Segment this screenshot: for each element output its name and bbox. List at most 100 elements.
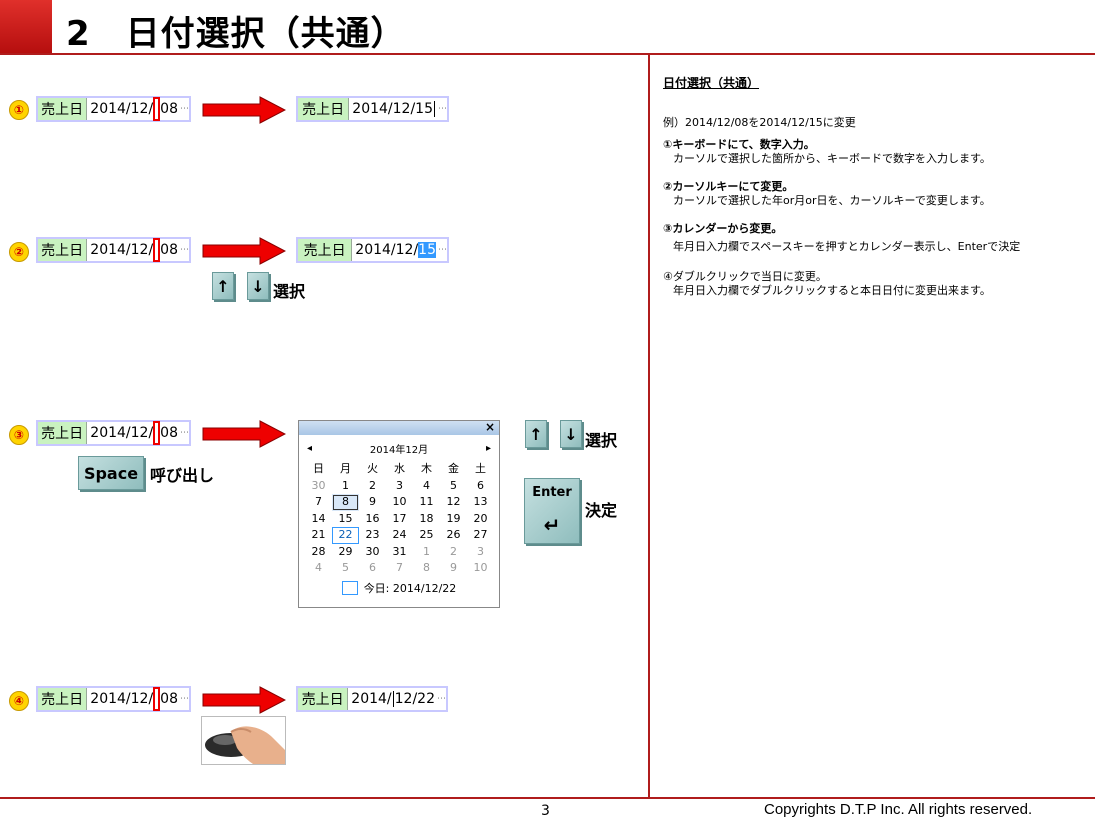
today-box-icon	[341, 580, 358, 595]
calendar-day[interactable]: 3	[467, 544, 494, 561]
calendar-today[interactable]: 今日: 2014/12/22	[299, 580, 499, 596]
calendar-day[interactable]: 5	[440, 478, 467, 495]
calendar-day[interactable]: 7	[305, 494, 332, 511]
calendar-day[interactable]: 24	[386, 527, 413, 544]
field-value[interactable]: 2014/12/08	[87, 421, 178, 445]
calendar-titlebar: ×	[299, 420, 499, 435]
step2-title: ②カーソルキーにて変更。	[663, 180, 794, 193]
calendar-day[interactable]: 18	[413, 511, 440, 528]
step-number-4: ④	[9, 691, 29, 711]
calendar-day[interactable]: 5	[332, 560, 359, 577]
calendar-day[interactable]: 29	[332, 544, 359, 561]
next-month-icon[interactable]: ▸	[486, 443, 491, 454]
select-label: 選択	[585, 431, 618, 450]
text-caret	[392, 691, 394, 707]
field-value[interactable]: 2014/12/08	[87, 238, 178, 262]
calendar-day[interactable]: 6	[359, 560, 386, 577]
more-icon: ⋯	[180, 104, 189, 114]
calendar-day[interactable]: 21	[305, 527, 332, 544]
calendar-day[interactable]: 20	[467, 511, 494, 528]
date-part-ym: 2014/12/	[90, 425, 154, 441]
calendar-month: 2014年12月	[369, 444, 429, 456]
prev-month-icon[interactable]: ◂	[307, 443, 312, 454]
panel-example: 例）2014/12/08を2014/12/15に変更	[663, 116, 856, 129]
calendar-day[interactable]: 1	[413, 544, 440, 561]
date-field-after-2[interactable]: 売上日 2014/12/15 ⋯	[296, 237, 449, 263]
field-label: 売上日	[298, 239, 353, 261]
decide-label: 決定	[585, 501, 618, 520]
weekday-header: 木	[421, 462, 432, 475]
date-field-before-1[interactable]: 売上日 2014/12/08 ⋯	[36, 96, 191, 122]
step-number-1: ①	[9, 100, 29, 120]
date-part-day: 08	[160, 242, 178, 258]
cursor-marker	[153, 687, 161, 711]
calendar-day[interactable]: 25	[413, 527, 440, 544]
field-value[interactable]: 2014/12/08	[87, 97, 178, 121]
calendar-day[interactable]: 8	[332, 494, 359, 511]
step4-body: 年月日入力欄でダブルクリックすると本日日付に変更出来ます。	[673, 284, 991, 297]
field-label: 売上日	[298, 688, 349, 710]
copyright: Copyrights D.T.P Inc. All rights reserve…	[764, 801, 1033, 818]
step1-title: ①キーボードにて、数字入力。	[663, 138, 815, 151]
calendar-day[interactable]: 27	[467, 527, 494, 544]
weekday-header: 土	[475, 462, 486, 475]
calendar-day[interactable]: 22	[332, 527, 359, 544]
field-value[interactable]: 2014/12/15	[349, 98, 436, 120]
calendar-day[interactable]: 6	[467, 478, 494, 495]
calendar-day[interactable]: 16	[359, 511, 386, 528]
calendar-day[interactable]: 4	[305, 560, 332, 577]
more-icon: ⋯	[437, 694, 446, 704]
calendar-day[interactable]: 8	[413, 560, 440, 577]
field-value[interactable]: 2014/12/15	[352, 239, 436, 261]
calendar-day[interactable]: 10	[467, 560, 494, 577]
space-key: Space	[78, 456, 144, 490]
weekday-header: 月	[340, 462, 351, 475]
calendar-day[interactable]: 7	[386, 560, 413, 577]
field-value[interactable]: 2014/12/08	[87, 687, 178, 711]
date-part-ym: 2014/12/	[90, 101, 154, 117]
today-label: 今日: 2014/12/22	[363, 581, 457, 595]
date-part-y: 2014/	[351, 691, 392, 707]
calendar-day[interactable]: 13	[467, 494, 494, 511]
calendar-day[interactable]: 2	[359, 478, 386, 495]
arrow-right-icon	[202, 237, 286, 265]
date-field-before-3[interactable]: 売上日 2014/12/08 ⋯	[36, 420, 191, 446]
calendar-day[interactable]: 4	[413, 478, 440, 495]
calendar-day[interactable]: 26	[440, 527, 467, 544]
date-field-before-2[interactable]: 売上日 2014/12/08 ⋯	[36, 237, 191, 263]
date-field-before-4[interactable]: 売上日 2014/12/08 ⋯	[36, 686, 191, 712]
column-divider	[648, 54, 650, 797]
calendar-day[interactable]: 17	[386, 511, 413, 528]
calendar-day[interactable]: 9	[359, 494, 386, 511]
calendar-day[interactable]: 14	[305, 511, 332, 528]
call-label: 呼び出し	[150, 466, 215, 485]
calendar-day[interactable]: 12	[440, 494, 467, 511]
date-part-day: 08	[160, 425, 178, 441]
calendar-day[interactable]: 28	[305, 544, 332, 561]
field-label: 売上日	[298, 98, 350, 120]
calendar-day[interactable]: 11	[413, 494, 440, 511]
field-label: 売上日	[38, 98, 88, 120]
cursor-marker	[153, 97, 161, 121]
calendar-day[interactable]: 23	[359, 527, 386, 544]
calendar-day[interactable]: 1	[332, 478, 359, 495]
calendar-day[interactable]: 10	[386, 494, 413, 511]
calendar-day[interactable]: 9	[440, 560, 467, 577]
arrow-right-icon	[202, 96, 286, 124]
page-title: 2 日付選択（共通）	[66, 14, 406, 54]
calendar-day[interactable]: 31	[386, 544, 413, 561]
calendar-day[interactable]: 2	[440, 544, 467, 561]
calendar-day[interactable]: 30	[305, 478, 332, 495]
field-value[interactable]: 2014/12/22	[348, 688, 435, 710]
calendar-day[interactable]: 15	[332, 511, 359, 528]
date-field-after-1[interactable]: 売上日 2014/12/15 ⋯	[296, 96, 449, 122]
date-field-after-4[interactable]: 売上日 2014/12/22 ⋯	[296, 686, 448, 712]
step2-body: カーソルで選択した年or月or日を、カーソルキーで変更します。	[673, 194, 991, 207]
step3-title: ③カレンダーから変更。	[663, 222, 783, 235]
select-label: 選択	[273, 282, 306, 301]
calendar-day[interactable]: 19	[440, 511, 467, 528]
up-arrow-key: ↑	[212, 272, 234, 300]
close-icon[interactable]: ×	[485, 420, 495, 434]
calendar-day[interactable]: 3	[386, 478, 413, 495]
calendar-day[interactable]: 30	[359, 544, 386, 561]
